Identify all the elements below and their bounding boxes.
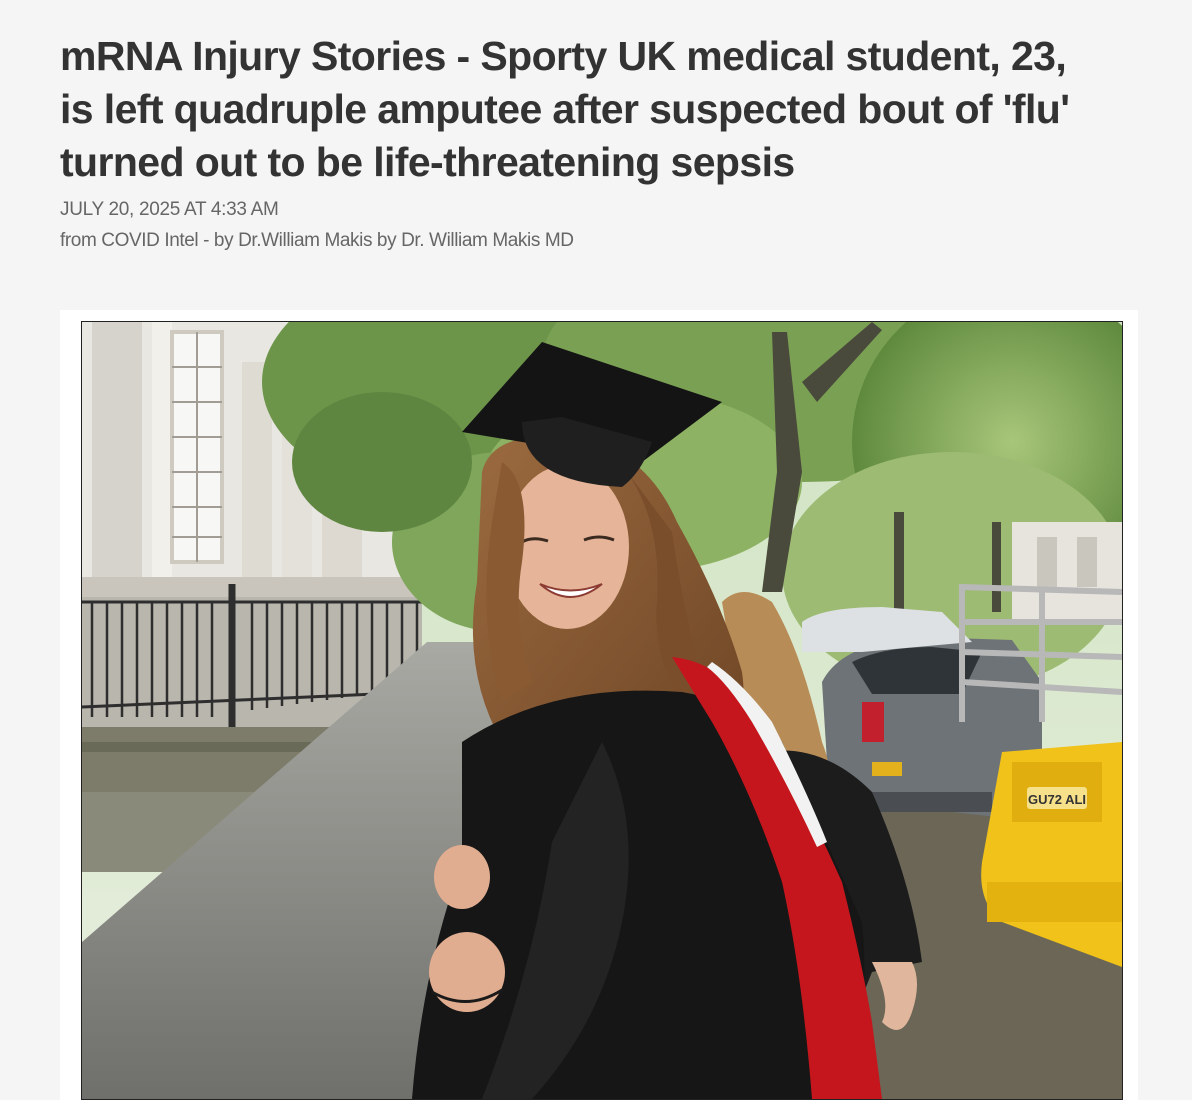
article: mRNA Injury Stories - Sporty UK medical … bbox=[0, 0, 1192, 1100]
article-media-card: GU72 ALI bbox=[60, 310, 1138, 1100]
license-plate: GU72 ALI bbox=[1028, 792, 1086, 807]
headline-line-2: is left quadruple amputee after suspecte… bbox=[60, 86, 1070, 132]
headline-line-3: turned out to be life-threatening sepsis bbox=[60, 139, 795, 185]
graduation-photo[interactable]: GU72 ALI bbox=[81, 321, 1123, 1100]
headline-line-1: mRNA Injury Stories - Sporty UK medical … bbox=[60, 33, 1067, 79]
article-dateline: JULY 20, 2025 AT 4:33 AM bbox=[60, 199, 279, 220]
article-headline: mRNA Injury Stories - Sporty UK medical … bbox=[60, 30, 1140, 189]
photo-illustration: GU72 ALI bbox=[82, 322, 1122, 1099]
article-byline: from COVID Intel - by Dr.William Makis b… bbox=[60, 230, 574, 251]
